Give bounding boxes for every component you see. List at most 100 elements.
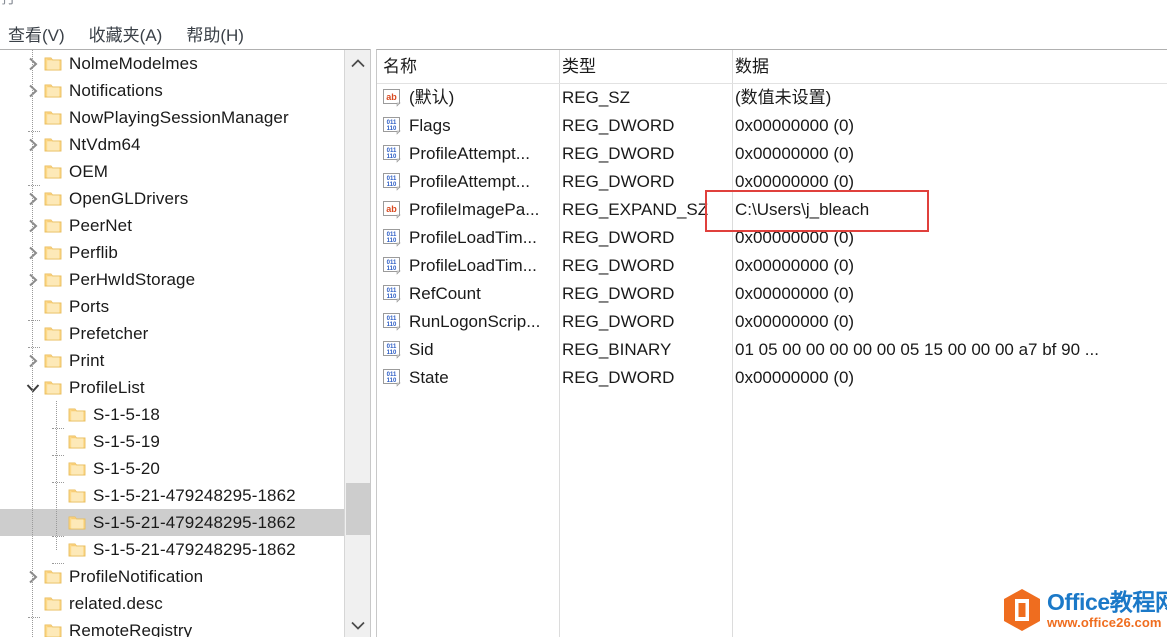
tree-item-label: S-1-5-20	[93, 458, 160, 478]
folder-icon	[44, 326, 62, 342]
value-row[interactable]: 011 110 RunLogonScrip... REG_DWORD 0x0000000…	[377, 308, 1167, 336]
scroll-up-icon[interactable]	[345, 50, 370, 76]
column-separator-name-type[interactable]	[559, 50, 560, 83]
chevron-right-icon[interactable]	[22, 570, 44, 584]
chevron-right-icon[interactable]	[22, 273, 44, 287]
chevron-right-icon[interactable]	[22, 354, 44, 368]
scrollbar-thumb[interactable]	[346, 483, 370, 535]
value-data: 0x00000000 (0)	[735, 172, 855, 191]
svg-text:110: 110	[387, 154, 397, 160]
dword-value-icon: 011 110	[383, 369, 402, 387]
value-type: REG_DWORD	[562, 368, 675, 387]
tree-item[interactable]: Notifications	[0, 77, 344, 104]
tree-item[interactable]: ProfileList	[0, 374, 344, 401]
tree-item[interactable]: S-1-5-21-479248295-1862	[0, 482, 344, 510]
tree-item-label: S-1-5-21-479248295-1862	[93, 485, 296, 505]
values-column-header[interactable]: 名称 类型 数据	[377, 50, 1167, 84]
value-name: RunLogonScrip...	[409, 312, 541, 331]
registry-values-pane[interactable]: 名称 类型 数据 ab (默认) REG_SZ (数值未设置) 011 110 Flags REG…	[376, 49, 1167, 637]
tree-item[interactable]: S-1-5-20	[0, 455, 344, 483]
tree-item[interactable]: S-1-5-18	[0, 401, 344, 429]
tree-item-label: Prefetcher	[69, 323, 149, 343]
tree-item[interactable]: NtVdm64	[0, 131, 344, 158]
tree-item-label: S-1-5-19	[93, 431, 160, 451]
value-row[interactable]: 011 110 State REG_DWORD 0x00000000 (0)	[377, 364, 1167, 392]
value-row[interactable]: 011 110 ProfileAttempt... REG_DWORD 0x000000…	[377, 140, 1167, 168]
dword-value-icon: 011 110	[383, 285, 402, 303]
tree-item[interactable]: S-1-5-21-479248295-1862	[0, 509, 344, 537]
chevron-right-icon[interactable]	[22, 192, 44, 206]
column-header-data[interactable]: 数据	[735, 56, 769, 77]
tree-item[interactable]: NolmeModelmes	[0, 50, 344, 77]
tree-item[interactable]: Prefetcher	[0, 320, 344, 348]
chevron-right-icon[interactable]	[22, 84, 44, 98]
registry-tree-pane[interactable]: NolmeModelmes Notifications NowPlayingSess…	[0, 49, 370, 637]
folder-icon	[44, 110, 62, 126]
tree-item[interactable]: PerHwIdStorage	[0, 266, 344, 293]
window-top-strip: 打	[0, 0, 1167, 22]
folder-icon	[44, 191, 62, 207]
tree-item[interactable]: related.desc	[0, 590, 344, 618]
scroll-down-icon[interactable]	[345, 612, 370, 637]
menu-favorites[interactable]: 收藏夹(A)	[89, 26, 163, 46]
tree-item[interactable]: RemoteRegistry	[0, 617, 344, 637]
value-row[interactable]: ab (默认) REG_SZ (数值未设置)	[377, 84, 1167, 112]
value-data: 0x00000000 (0)	[735, 284, 855, 303]
value-row[interactable]: ab ProfileImagePa... REG_EXPAND_SZ C:\Users…	[377, 196, 1167, 224]
watermark: Office教程网 www.office26.com	[1003, 589, 1167, 631]
value-data: 0x00000000 (0)	[735, 312, 855, 331]
tree-item[interactable]: OpenGLDrivers	[0, 185, 344, 212]
value-row[interactable]: 011 110 Sid REG_BINARY 01 05 00 00 00 00 00 …	[377, 336, 1167, 364]
chevron-right-icon[interactable]	[22, 138, 44, 152]
svg-text:ab: ab	[386, 92, 397, 102]
tree-item[interactable]: S-1-5-21-479248295-1862	[0, 536, 344, 564]
svg-text:110: 110	[387, 378, 397, 384]
registry-tree[interactable]: NolmeModelmes Notifications NowPlayingSess…	[0, 50, 344, 637]
value-row[interactable]: 011 110 ProfileLoadTim... REG_DWORD 0x000000…	[377, 252, 1167, 280]
tree-item-label: Print	[69, 350, 105, 370]
tree-item[interactable]: S-1-5-19	[0, 428, 344, 456]
column-header-name[interactable]: 名称	[383, 56, 417, 77]
tree-item[interactable]: PeerNet	[0, 212, 344, 239]
folder-icon	[44, 353, 62, 369]
tree-item[interactable]: Print	[0, 347, 344, 374]
watermark-title-en: Office	[1047, 589, 1110, 615]
value-row[interactable]: 011 110 ProfileAttempt... REG_DWORD 0x000000…	[377, 168, 1167, 196]
tree-item[interactable]: Ports	[0, 293, 344, 321]
folder-icon	[44, 56, 62, 72]
tree-item-label: Notifications	[69, 80, 163, 100]
value-row[interactable]: 011 110 Flags REG_DWORD 0x00000000 (0)	[377, 112, 1167, 140]
tree-item-label: ProfileList	[69, 377, 145, 397]
column-separator-type-data[interactable]	[732, 50, 733, 83]
tree-item[interactable]: OEM	[0, 158, 344, 186]
svg-text:110: 110	[387, 182, 397, 188]
folder-icon	[44, 164, 62, 180]
tree-item[interactable]: Perflib	[0, 239, 344, 266]
folder-icon	[44, 299, 62, 315]
workspace: NolmeModelmes Notifications NowPlayingSess…	[0, 49, 1167, 637]
chevron-right-icon[interactable]	[22, 57, 44, 71]
value-row[interactable]: 011 110 ProfileLoadTim... REG_DWORD 0x000000…	[377, 224, 1167, 252]
column-header-type[interactable]: 类型	[562, 56, 596, 77]
watermark-text: Office教程网 www.office26.com	[1047, 589, 1167, 630]
tree-item[interactable]: ProfileNotification	[0, 563, 344, 590]
tree-item[interactable]: NowPlayingSessionManager	[0, 104, 344, 132]
tree-vertical-scrollbar[interactable]	[344, 50, 370, 637]
chevron-right-icon[interactable]	[22, 219, 44, 233]
folder-icon	[68, 488, 86, 504]
svg-text:110: 110	[387, 322, 397, 328]
menu-help[interactable]: 帮助(H)	[186, 26, 244, 46]
tree-item-label: S-1-5-18	[93, 404, 160, 424]
chevron-right-icon[interactable]	[22, 246, 44, 260]
chevron-down-icon[interactable]	[22, 383, 44, 393]
folder-icon	[68, 434, 86, 450]
value-type: REG_DWORD	[562, 144, 675, 163]
values-list[interactable]: ab (默认) REG_SZ (数值未设置) 011 110 Flags REG_DWORD 0…	[377, 84, 1167, 637]
svg-text:110: 110	[387, 294, 397, 300]
value-row[interactable]: 011 110 RefCount REG_DWORD 0x00000000 (0)	[377, 280, 1167, 308]
folder-icon	[44, 272, 62, 288]
tree-item-label: NowPlayingSessionManager	[69, 107, 289, 127]
dword-value-icon: 011 110	[383, 117, 402, 135]
menu-view[interactable]: 查看(V)	[8, 26, 65, 46]
value-data: 0x00000000 (0)	[735, 228, 855, 247]
